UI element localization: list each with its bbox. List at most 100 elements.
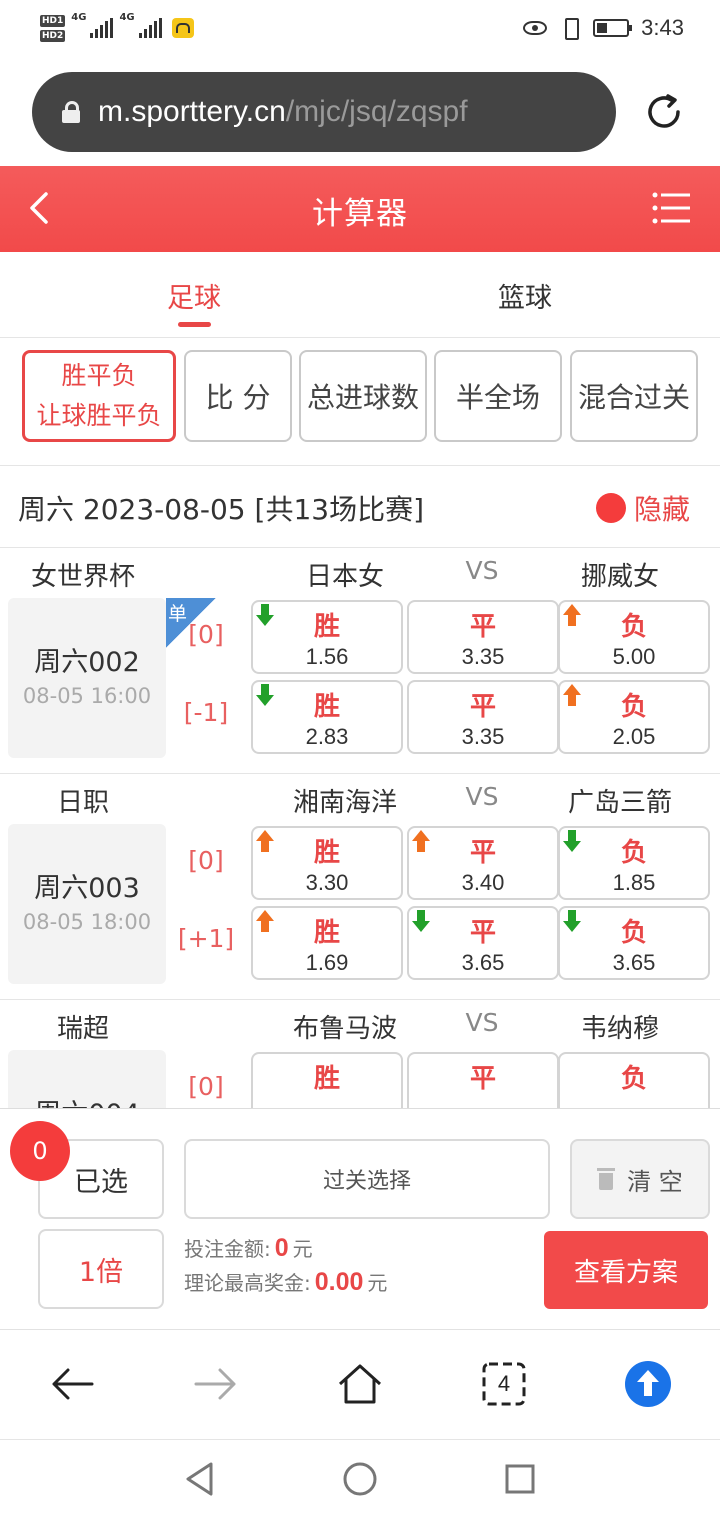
play-type-half-full[interactable]: 半全场 [434,350,562,442]
app-header: 计算器 [0,166,720,252]
odds-draw[interactable]: 平 [407,1052,559,1108]
url-host: m.sporttery.cn [98,95,286,128]
odds-win[interactable]: 胜 2.83 [251,680,403,754]
play-type-mixed[interactable]: 混合过关 [570,350,698,442]
sport-tabs: 足球 篮球 [0,252,720,338]
play-type-label-line2: 让球胜平负 [36,401,162,430]
system-recents-button[interactable] [492,1451,548,1507]
eye-comfort-icon [523,21,548,35]
handicap-label: [0] [188,1072,224,1101]
bet-amount-unit: 元 [292,1237,313,1261]
lock-icon [62,101,80,123]
play-type-win-draw-lose[interactable]: 胜平负 让球胜平负 [22,350,176,442]
odds-label: 平 [469,918,496,948]
status-bar: HD1 HD2 4G 4G 3:43 [0,0,720,56]
match-info[interactable]: 周六004 [8,1050,166,1108]
odds-value: 3.65 [612,950,656,975]
odds-value: 3.40 [461,870,505,895]
odds-win[interactable]: 胜 3.30 [251,826,403,900]
league-name: 女世界杯 [30,562,135,592]
odds-lose[interactable]: 负 [558,1052,710,1108]
odds-value: 1.69 [305,950,349,975]
odds-label: 平 [469,692,496,722]
max-prize-value: 0.00 [314,1268,364,1296]
browser-home-button[interactable] [332,1356,388,1412]
home-icon [338,1364,382,1404]
odds-draw[interactable]: 平 3.35 [407,680,559,754]
handicap-label: [0] [188,846,224,875]
odds-lose[interactable]: 负 3.65 [558,906,710,980]
browser-upload-button[interactable] [620,1356,676,1412]
network-label-2: 4G [119,12,135,23]
reload-icon [648,94,680,128]
play-type-score[interactable]: 比 分 [184,350,292,442]
match-info[interactable]: 周六002 08-05 16:00 [8,598,166,758]
browser-back-button[interactable] [44,1356,100,1412]
odds-value: 2.83 [305,724,349,749]
handicap-label: [0] [188,620,224,649]
match-row: 日职 湘南海洋 VS 广岛三箭 周六003 08-05 18:00 [0] 胜 … [0,774,720,1000]
hide-label: 隐藏 [633,493,690,526]
menu-list-icon [652,192,690,224]
date-heading: 周六 2023-08-05 [共13场比赛] [18,493,425,526]
odds-label: 负 [620,612,647,642]
multiplier-button[interactable]: 1倍 [38,1229,164,1309]
url-bar[interactable]: m.sporttery.cn/mjc/jsq/zqspf [32,72,616,152]
pass-select-button[interactable]: 过关选择 [184,1139,550,1219]
bet-amount-line: 投注金额: 0 元 [184,1233,313,1263]
home-team: 湘南海洋 [292,788,397,818]
odds-value: 3.35 [461,724,505,749]
match-row: 女世界杯 日本女 VS 挪威女 周六002 08-05 16:00 单 [0] … [0,548,720,774]
tab-basketball[interactable]: 篮球 [455,276,595,315]
trash-icon [597,1168,616,1190]
system-home-button[interactable] [332,1451,388,1507]
clear-button[interactable]: 清 空 [570,1139,710,1219]
odds-label: 胜 [313,1064,340,1094]
hide-toggle[interactable]: 隐藏 [595,488,690,528]
match-time: 08-05 16:00 [22,684,152,708]
odds-win[interactable]: 胜 [251,1052,403,1108]
odds-draw[interactable]: 平 3.40 [407,826,559,900]
bet-amount-value: 0 [274,1234,289,1262]
browser-tabs-button[interactable]: 4 [476,1356,532,1412]
reload-button[interactable] [640,88,688,136]
league-name: 瑞超 [56,1014,109,1044]
odds-draw[interactable]: 平 3.65 [407,906,559,980]
odds-lose[interactable]: 负 5.00 [558,600,710,674]
odds-label: 负 [620,692,647,722]
menu-button[interactable] [652,190,692,226]
odds-win[interactable]: 胜 1.69 [251,906,403,980]
system-nav-bar [0,1441,720,1520]
match-info[interactable]: 周六003 08-05 18:00 [8,824,166,984]
odds-label: 平 [469,838,496,868]
arrow-up-circle-icon [625,1361,671,1407]
tab-active-indicator [178,322,211,327]
signal-icon [90,18,114,38]
odds-value: 1.85 [612,870,656,895]
match-row: 瑞超 布鲁马波 VS 韦纳穆 周六004 [0] 胜 平 负 [0,1000,720,1108]
odds-lose[interactable]: 负 2.05 [558,680,710,754]
hd-indicators: HD1 HD2 [40,14,66,42]
vs-label: VS [465,1008,499,1037]
tab-football[interactable]: 足球 [124,276,264,315]
system-back-button[interactable] [172,1451,228,1507]
odds-win[interactable]: 胜 1.56 [251,600,403,674]
away-team: 广岛三箭 [567,788,672,818]
match-number: 周六003 [34,873,140,904]
page-title: 计算器 [312,196,408,232]
bet-action-panel: 已选 0 过关选择 清 空 1倍 投注金额: 0 元 理论最高奖金: 0.00 元 查看… [0,1108,720,1330]
view-plan-button[interactable]: 查看方案 [544,1231,708,1309]
odds-value: 3.30 [305,870,349,895]
odds-label: 平 [469,1064,496,1094]
odds-draw[interactable]: 平 3.35 [407,600,559,674]
odds-label: 负 [620,838,647,868]
hd1-badge: HD1 [40,14,66,27]
tab-count: 4 [497,1371,511,1396]
status-right: 3:43 [523,12,684,44]
play-type-total-goals[interactable]: 总进球数 [299,350,427,442]
handicap-label: [-1] [183,698,229,727]
odds-lose[interactable]: 负 1.85 [558,826,710,900]
status-time: 3:43 [641,15,684,40]
browser-forward-button[interactable] [188,1356,244,1412]
battery-icon [593,19,633,37]
